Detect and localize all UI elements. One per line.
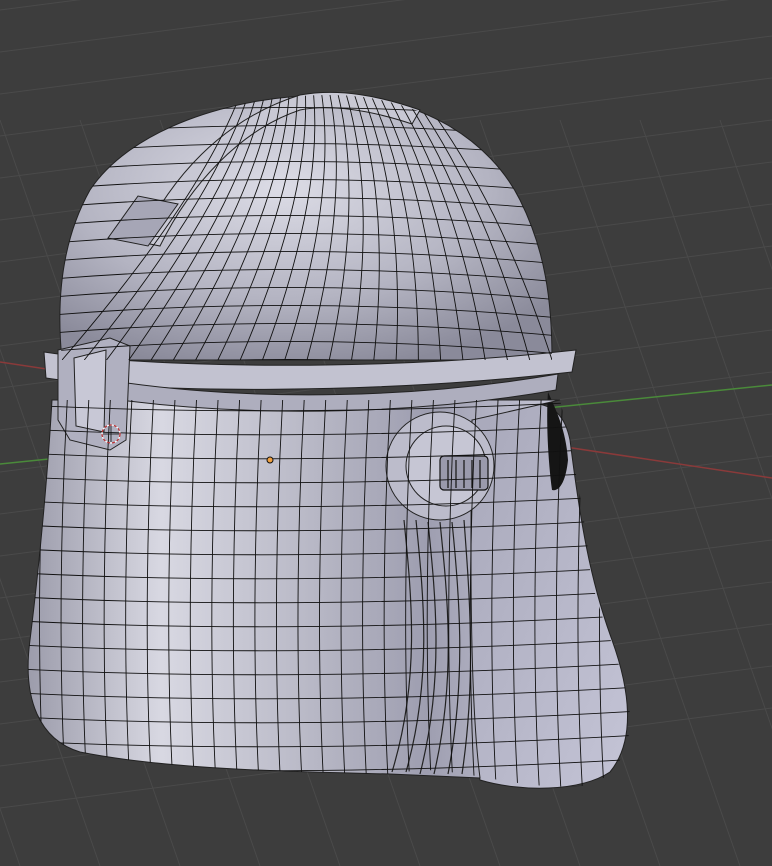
object-origin-icon[interactable]: [266, 456, 274, 464]
3d-viewport[interactable]: [0, 0, 772, 866]
3d-cursor-icon[interactable]: [101, 424, 121, 444]
viewport-canvas[interactable]: [0, 0, 772, 866]
helmet-mesh[interactable]: [20, 91, 640, 794]
side-clip-inner: [73, 349, 107, 433]
